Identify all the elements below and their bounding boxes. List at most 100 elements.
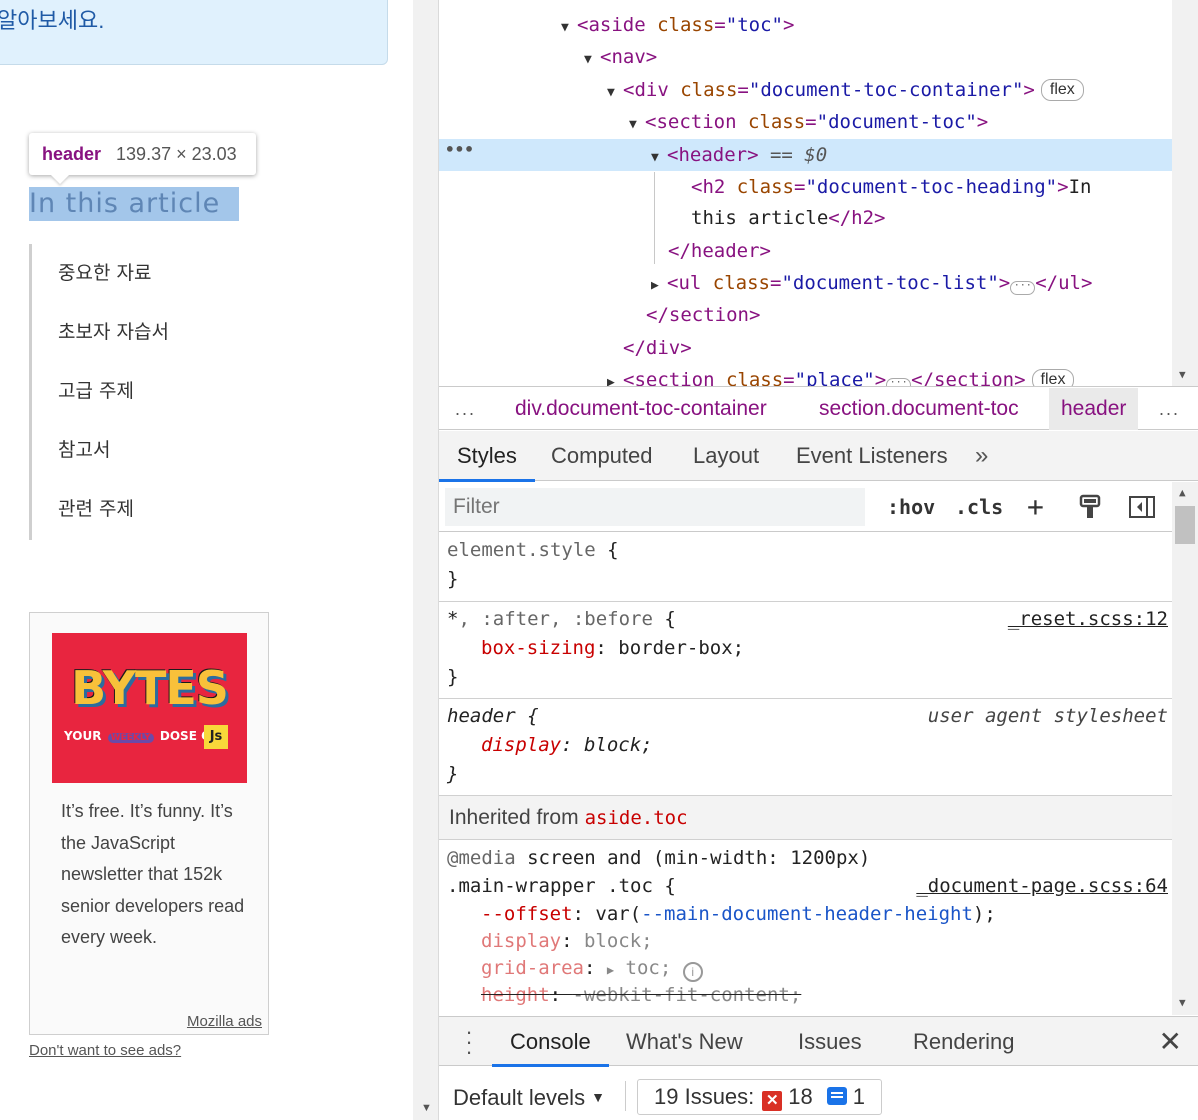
collapse-triangle-icon[interactable]: ▶ bbox=[651, 270, 667, 302]
css-property-value[interactable]: toc; bbox=[626, 957, 672, 979]
message-icon bbox=[826, 1087, 847, 1105]
dom-node-h2[interactable]: <h2 class="document-toc-heading">In bbox=[439, 171, 1172, 203]
dom-node-aside[interactable]: ▼ <aside class="toc"> bbox=[439, 9, 1172, 41]
more-tabs-icon[interactable]: » bbox=[975, 431, 988, 481]
toc-link[interactable]: 중요한 자료 bbox=[32, 244, 329, 303]
text-node: In bbox=[1068, 176, 1092, 198]
scrollbar-thumb[interactable] bbox=[1175, 506, 1195, 544]
ad-optout-link[interactable]: Don't want to see ads? bbox=[29, 1042, 181, 1059]
css-property-name[interactable]: height bbox=[481, 984, 550, 1006]
collapsed-children-icon[interactable]: ··· bbox=[886, 378, 912, 386]
toc-link[interactable]: 참고서 bbox=[32, 421, 329, 480]
page-scrollbar[interactable]: ▼ bbox=[413, 0, 439, 1120]
scroll-down-arrow-icon[interactable]: ▼ bbox=[1179, 996, 1186, 1009]
new-style-rule-button[interactable]: + bbox=[1027, 482, 1044, 532]
breadcrumb-overflow-left[interactable]: ... bbox=[455, 388, 476, 430]
expand-triangle-icon[interactable]: ▼ bbox=[584, 44, 600, 76]
collapsed-children-icon[interactable]: ··· bbox=[1010, 281, 1036, 295]
toc-link[interactable]: 초보자 자습서 bbox=[32, 303, 329, 362]
tab-layout[interactable]: Layout bbox=[675, 431, 777, 481]
dom-node-header-selected[interactable]: ▼ <header> == $0 bbox=[439, 139, 1172, 171]
expand-triangle-icon[interactable]: ▼ bbox=[561, 12, 577, 44]
toc-heading-highlighted: In this article bbox=[29, 187, 239, 221]
tab-rendering[interactable]: Rendering bbox=[895, 1017, 1033, 1067]
rule-reset[interactable]: *, :after, :before {_reset.scss:12 box-s… bbox=[439, 602, 1172, 699]
tab-computed[interactable]: Computed bbox=[533, 431, 671, 481]
elements-tree: ▼ <aside class="toc"> ▼ <nav> ▼ <div class=… bbox=[439, 0, 1198, 387]
tab-console[interactable]: Console bbox=[492, 1017, 609, 1067]
dom-node-nav[interactable]: ▼ <nav> bbox=[439, 41, 1172, 73]
ad-body-text[interactable]: It’s free. It’s funny. It’s the JavaScri… bbox=[61, 796, 251, 954]
media-query: screen and (min-width: 1200px) bbox=[527, 847, 871, 869]
bytes-ad-image[interactable]: BYTES YOUR WEEKLY DOSE OF Js bbox=[52, 633, 247, 783]
breadcrumb-item[interactable]: div.document-toc-container bbox=[503, 388, 779, 430]
node-actions-menu-icon[interactable]: ••• bbox=[445, 140, 474, 159]
brace-close: } bbox=[447, 666, 459, 688]
css-property-value: block; bbox=[583, 734, 653, 756]
text-node: this article bbox=[691, 207, 829, 229]
expand-triangle-icon[interactable]: ▼ bbox=[629, 109, 645, 141]
inherited-selector-link[interactable]: aside.toc bbox=[585, 807, 688, 829]
toggle-sidebar-icon[interactable] bbox=[1127, 492, 1157, 522]
css-property-value[interactable]: block; bbox=[584, 930, 653, 952]
css-property-value[interactable]: border-box; bbox=[618, 637, 744, 659]
dom-node-section-toc[interactable]: ▼ <section class="document-toc"> bbox=[439, 106, 1172, 138]
toc-link[interactable]: 관련 주제 bbox=[32, 480, 329, 539]
styles-scrollbar[interactable]: ▲ ▼ bbox=[1172, 482, 1198, 1015]
breadcrumb: ... div.document-toc-container section.d… bbox=[439, 388, 1198, 430]
cls-toggle-button[interactable]: .cls bbox=[955, 482, 1003, 532]
paint-brush-icon[interactable] bbox=[1075, 492, 1105, 522]
breadcrumb-item[interactable]: section.document-toc bbox=[807, 388, 1031, 430]
ad-box[interactable]: BYTES YOUR WEEKLY DOSE OF Js It’s free. … bbox=[29, 612, 269, 1035]
flex-badge[interactable]: flex bbox=[1031, 369, 1075, 386]
css-property-name[interactable]: --offset bbox=[481, 903, 573, 925]
styles-filter-input[interactable] bbox=[445, 488, 865, 526]
dom-node-section-close[interactable]: </section> bbox=[439, 299, 1172, 331]
close-drawer-icon[interactable]: ✕ bbox=[1159, 1025, 1182, 1058]
dom-node-section-place[interactable]: ▶ <section class="place"> ··· </section> fle… bbox=[439, 364, 1172, 386]
dom-node-toc-container[interactable]: ▼ <div class="document-toc-container"> fle… bbox=[439, 74, 1172, 106]
rule-source-link[interactable]: _reset.scss:12 bbox=[1008, 605, 1168, 634]
toc-link[interactable]: 고급 주제 bbox=[32, 362, 329, 421]
rule-source-label: user agent stylesheet bbox=[927, 705, 1168, 727]
dom-node-div-close[interactable]: </div> bbox=[439, 332, 1172, 364]
tab-whats-new[interactable]: What's New bbox=[608, 1017, 761, 1067]
attr-value: "document-toc-container" bbox=[748, 79, 1024, 101]
elements-scrollbar[interactable]: ▼ bbox=[1172, 0, 1198, 386]
dom-node-h2-text[interactable]: this article</h2> bbox=[439, 202, 1172, 234]
rule-source-link[interactable]: _document-page.scss:64 bbox=[916, 873, 1168, 899]
ad-sponsor-link[interactable]: Mozilla ads bbox=[187, 1013, 262, 1030]
flex-badge[interactable]: flex bbox=[1040, 79, 1084, 101]
rule-user-agent[interactable]: header {user agent stylesheet display: b… bbox=[439, 699, 1172, 796]
info-icon[interactable]: i bbox=[682, 962, 703, 982]
log-levels-dropdown[interactable]: Default levels ▼ bbox=[453, 1067, 605, 1120]
css-property-name[interactable]: display bbox=[481, 930, 561, 952]
tab-event-listeners[interactable]: Event Listeners bbox=[778, 431, 966, 481]
dom-node-ul[interactable]: ▶ <ul class="document-toc-list"> ··· </ul> bbox=[439, 267, 1172, 299]
css-property-name[interactable]: grid-area bbox=[481, 957, 584, 979]
css-property-value[interactable]: -webkit-fit-content; bbox=[573, 984, 802, 1006]
drawer-menu-icon[interactable]: · · · bbox=[461, 1021, 477, 1063]
scroll-up-arrow-icon[interactable]: ▲ bbox=[1179, 486, 1186, 499]
css-variable-link[interactable]: --main-document-header-height bbox=[641, 903, 973, 925]
collapse-triangle-icon[interactable]: ▶ bbox=[607, 367, 623, 386]
breadcrumb-overflow-right[interactable]: ... bbox=[1159, 388, 1180, 430]
expand-triangle-icon[interactable]: ▼ bbox=[651, 142, 667, 174]
tag-close: > bbox=[1023, 79, 1035, 101]
error-icon: ✕ bbox=[762, 1091, 783, 1111]
tab-styles[interactable]: Styles bbox=[439, 431, 535, 482]
issues-counter-button[interactable]: 19 Issues: ✕ 18 1 bbox=[637, 1079, 883, 1115]
breadcrumb-item-selected[interactable]: header bbox=[1049, 388, 1139, 430]
scroll-down-arrow-icon[interactable]: ▼ bbox=[421, 1102, 432, 1114]
expand-triangle-icon[interactable]: ▼ bbox=[607, 77, 623, 109]
grid-expand-triangle-icon[interactable]: ▶ bbox=[607, 963, 614, 977]
css-property-name[interactable]: box-sizing bbox=[481, 637, 595, 659]
dom-node-header-close[interactable]: </header> bbox=[439, 235, 1172, 267]
rule-media-toc[interactable]: @media screen and (min-width: 1200px) .m… bbox=[439, 841, 1172, 1015]
hov-toggle-button[interactable]: :hov bbox=[887, 482, 935, 532]
tab-issues[interactable]: Issues bbox=[780, 1017, 880, 1067]
scroll-down-arrow-icon[interactable]: ▼ bbox=[1179, 368, 1186, 381]
rule-element-style[interactable]: element.style { } bbox=[439, 533, 1172, 602]
tag-close: > bbox=[1057, 176, 1069, 198]
attr-name: class bbox=[657, 14, 715, 36]
